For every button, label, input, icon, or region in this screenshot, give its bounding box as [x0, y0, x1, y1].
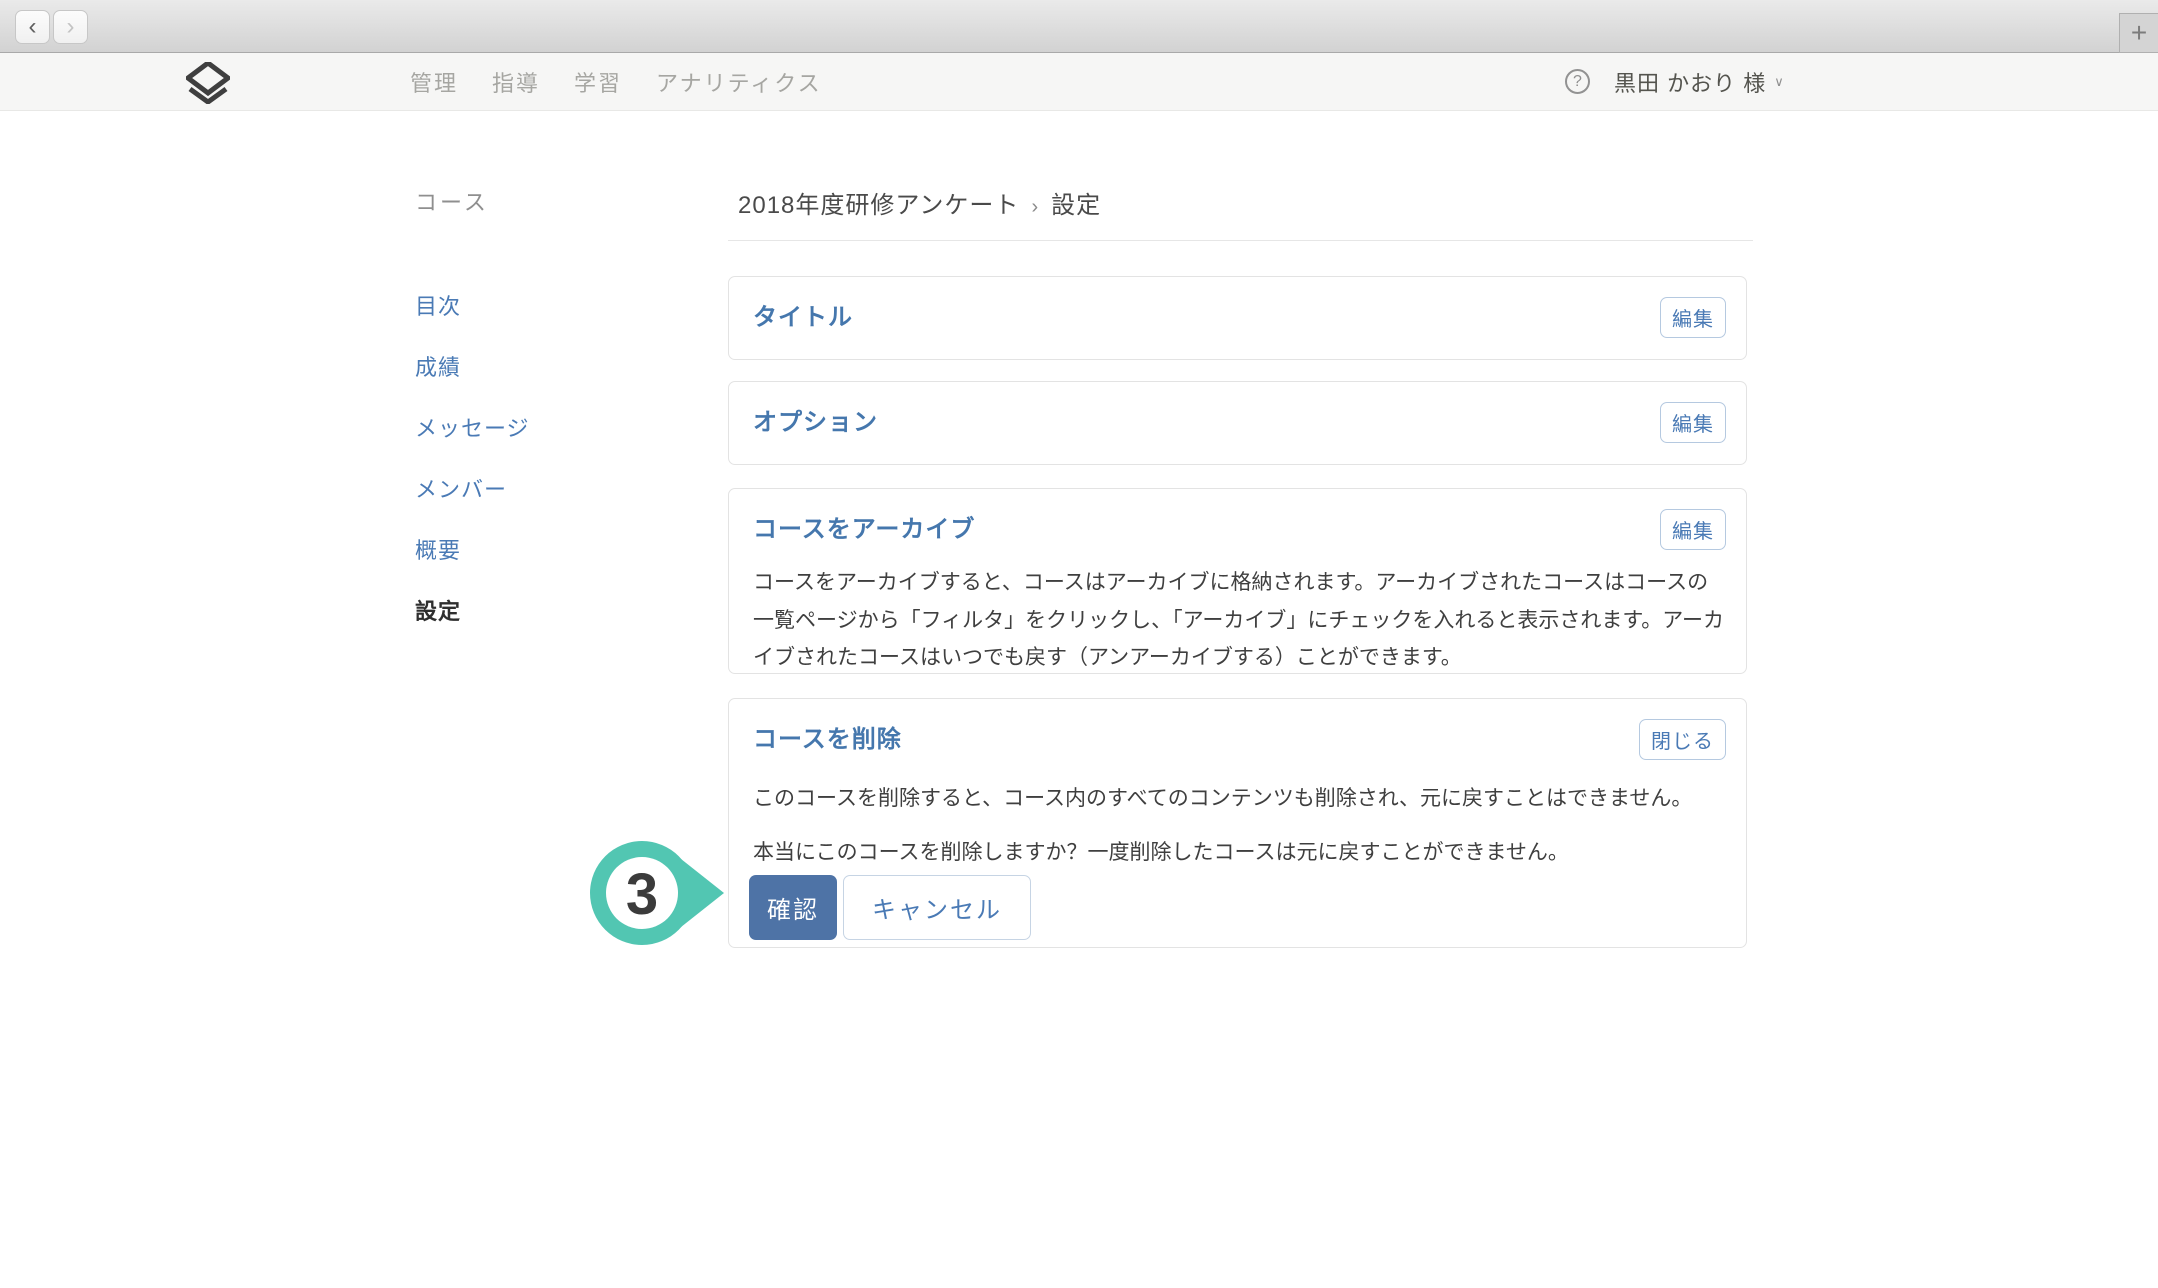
edit-archive-button[interactable]: 編集: [1660, 509, 1726, 550]
card-title: オプション: [749, 402, 878, 436]
question-mark-glyph: ?: [1573, 73, 1582, 91]
sidebar-item-seiseki[interactable]: 成績: [415, 356, 635, 379]
confirm-delete-button[interactable]: 確認: [749, 875, 837, 940]
course-sidebar: コース 目次 成績 メッセージ メンバー 概要 設定: [415, 191, 635, 661]
sidebar-item-gaiyo[interactable]: 概要: [415, 539, 635, 562]
delete-warning-text: このコースを削除すると、コース内のすべてのコンテンツも削除され、元に戻すことはで…: [749, 786, 1726, 811]
nav-item-kanri[interactable]: 管理: [410, 66, 458, 98]
breadcrumb-course[interactable]: 2018年度研修アンケート: [738, 192, 1019, 219]
close-delete-button[interactable]: 閉じる: [1639, 719, 1726, 760]
nav-item-gakushu[interactable]: 学習: [574, 66, 622, 98]
sidebar-item-settei-active[interactable]: 設定: [415, 600, 635, 623]
card-title-section: タイトル 編集: [728, 276, 1747, 360]
browser-back-button[interactable]: ‹: [15, 10, 50, 44]
card-title: コースを削除: [749, 719, 902, 753]
browser-forward-button[interactable]: ›: [53, 10, 88, 44]
help-icon[interactable]: ?: [1565, 69, 1590, 94]
breadcrumb-page: 設定: [1051, 192, 1101, 219]
sidebar-item-member[interactable]: メンバー: [415, 478, 635, 501]
nav-item-analytics[interactable]: アナリティクス: [656, 66, 822, 98]
step-number: 3: [626, 862, 658, 927]
browser-new-tab-button[interactable]: +: [2119, 13, 2158, 53]
plus-icon: +: [2131, 17, 2147, 49]
app-logo-layers-icon[interactable]: [186, 62, 230, 104]
edit-options-button[interactable]: 編集: [1660, 402, 1726, 443]
card-options-section: オプション 編集: [728, 381, 1747, 465]
page: { "browser": { "back_icon": "‹", "forwar…: [0, 0, 2158, 1288]
user-menu[interactable]: 黒田 かおり 様 ∨: [1614, 53, 1785, 110]
app-header: 管理 指導 学習 アナリティクス ? 黒田 かおり 様 ∨: [0, 53, 2158, 111]
card-archive-section: コースをアーカイブ 編集 コースをアーカイブすると、コースはアーカイブに格納され…: [728, 488, 1747, 674]
step-3-pointer-badge: 3: [590, 841, 727, 946]
sidebar-item-message[interactable]: メッセージ: [415, 417, 635, 440]
delete-button-row: 確認 キャンセル: [749, 875, 1726, 940]
forward-icon: ›: [67, 15, 75, 39]
chevron-down-icon: ∨: [1774, 74, 1785, 90]
cancel-delete-button[interactable]: キャンセル: [843, 875, 1031, 940]
header-nav: 管理 指導 学習 アナリティクス: [410, 53, 822, 110]
card-delete-section: コースを削除 閉じる このコースを削除すると、コース内のすべてのコンテンツも削除…: [728, 698, 1747, 948]
breadcrumb: 2018年度研修アンケート › 設定: [728, 193, 1747, 220]
nav-item-shido[interactable]: 指導: [492, 66, 540, 98]
delete-confirm-question: 本当にこのコースを削除しますか？一度削除したコースは元に戻すことができません。: [749, 840, 1726, 865]
sidebar-item-mokuji[interactable]: 目次: [415, 295, 635, 318]
sidebar-section-label: コース: [415, 191, 635, 214]
browser-toolbar: ‹ › +: [0, 0, 2158, 53]
archive-description: コースをアーカイブすると、コースはアーカイブに格納されます。アーカイブされたコー…: [749, 564, 1726, 677]
breadcrumb-divider: [728, 240, 1753, 241]
settings-main: 2018年度研修アンケート › 設定 タイトル 編集 オプション 編集 コースをアー…: [728, 193, 1747, 948]
back-icon: ‹: [29, 15, 37, 39]
user-name: 黒田 かおり 様: [1614, 66, 1766, 98]
card-title: コースをアーカイブ: [749, 509, 975, 543]
card-title: タイトル: [749, 297, 853, 331]
breadcrumb-separator-icon: ›: [1031, 196, 1039, 218]
edit-title-button[interactable]: 編集: [1660, 297, 1726, 338]
